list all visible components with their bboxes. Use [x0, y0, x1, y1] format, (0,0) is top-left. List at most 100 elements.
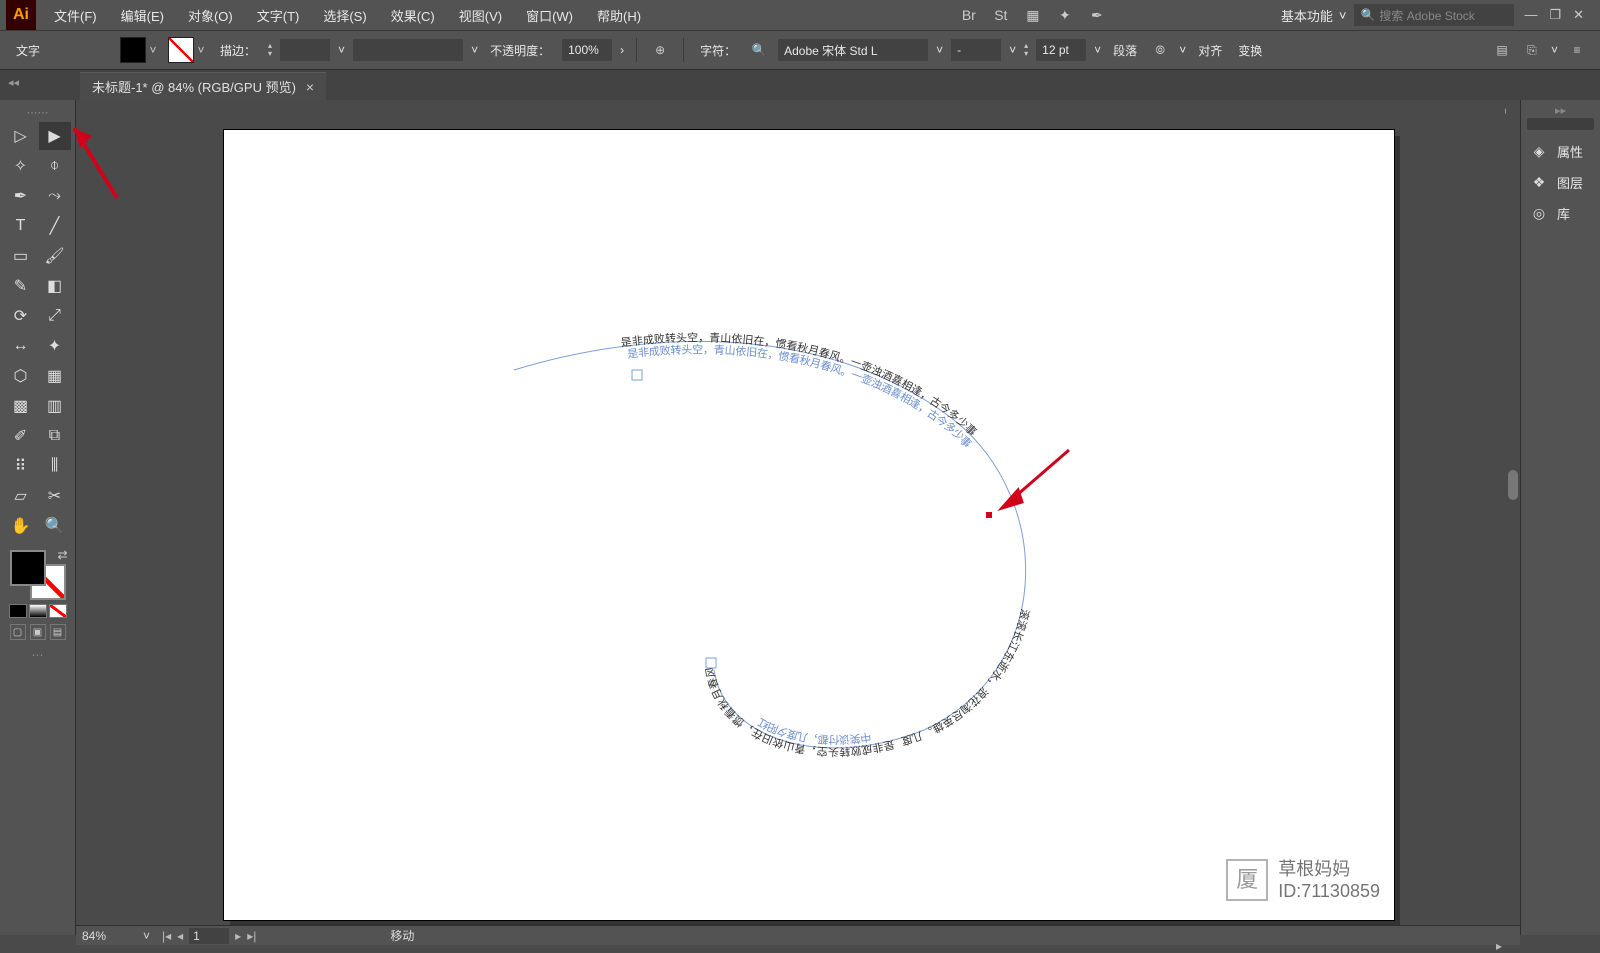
- menu-file[interactable]: 文件(F): [42, 0, 109, 30]
- fill-stroke-block[interactable]: ⇄: [8, 548, 68, 602]
- opacity-arrow[interactable]: ›: [620, 43, 624, 57]
- search-font-icon[interactable]: 🔍: [748, 39, 770, 61]
- menu-view[interactable]: 视图(V): [447, 0, 514, 30]
- size-stepper[interactable]: ▴▾: [1024, 42, 1028, 58]
- zoom-level[interactable]: 84%˅: [76, 929, 156, 943]
- panel-libraries[interactable]: ◎库: [1521, 198, 1600, 229]
- panel-grip[interactable]: [1527, 118, 1594, 130]
- status-mode[interactable]: 移动: [382, 927, 422, 944]
- free-transform-tool[interactable]: ✦: [39, 332, 71, 360]
- graph-tool[interactable]: ⫼: [39, 452, 71, 480]
- artboard-number[interactable]: 1: [189, 928, 229, 944]
- path-text-right: 滚滚长江东逝水，浪花淘尽英雄。几度: [900, 608, 1033, 749]
- stroke-stepper[interactable]: ▴▾: [268, 42, 272, 58]
- fill-color[interactable]: [10, 550, 46, 586]
- panel-icon-2[interactable]: ⎘: [1521, 39, 1543, 61]
- tool-panel: ⋯⋯ ▷ ▶ ✧ ⌽ ✒ ⤳ T ╱ ▭ 🖌 ✎ ◧ ⟳ ⤢ ↔ ✦ ⬡ ▦ ▩…: [0, 100, 76, 935]
- panel-layers[interactable]: ❖图层: [1521, 167, 1600, 198]
- path-text-bottom: 是非成败转头空，青山依旧在，惯看秋月春风: [703, 666, 895, 759]
- transform-label[interactable]: 变换: [1234, 42, 1266, 59]
- workspace-switcher[interactable]: 基本功能 ˅: [1273, 6, 1355, 25]
- layers-icon: ❖: [1529, 174, 1549, 191]
- first-icon[interactable]: |◂: [162, 929, 171, 943]
- brush-field[interactable]: [353, 39, 463, 61]
- selection-tool[interactable]: ▷: [5, 122, 37, 150]
- rectangle-tool[interactable]: ▭: [5, 242, 37, 270]
- panel-properties[interactable]: ◈属性: [1521, 136, 1600, 167]
- menu-effect[interactable]: 效果(C): [379, 0, 447, 30]
- feather-icon[interactable]: ✒: [1084, 4, 1110, 26]
- paintbrush-tool[interactable]: 🖌: [39, 242, 71, 270]
- gradient-tool[interactable]: ▥: [39, 392, 71, 420]
- magic-wand-tool[interactable]: ✧: [5, 152, 37, 180]
- align-label[interactable]: 对齐: [1194, 42, 1226, 59]
- stroke-label: 描边：: [216, 42, 260, 59]
- font-family[interactable]: Adobe 宋体 Std L: [778, 39, 928, 61]
- panel-icon-3[interactable]: ≡: [1566, 39, 1588, 61]
- collapse-dock-icon[interactable]: ▸▸: [1521, 104, 1600, 116]
- app-logo: Ai: [6, 0, 36, 30]
- stroke-weight[interactable]: [280, 39, 330, 61]
- scale-tool[interactable]: ⤢: [39, 302, 71, 330]
- perspective-tool[interactable]: ▦: [39, 362, 71, 390]
- eraser-tool[interactable]: ◧: [39, 272, 71, 300]
- menu-help[interactable]: 帮助(H): [585, 0, 653, 30]
- menu-edit[interactable]: 编辑(E): [109, 0, 176, 30]
- document-tab[interactable]: 未标题-1* @ 84% (RGB/GPU 预览) ×: [80, 72, 326, 100]
- gpu-icon[interactable]: ✦: [1052, 4, 1078, 26]
- mesh-tool[interactable]: ▩: [5, 392, 37, 420]
- color-mode-trio[interactable]: [9, 604, 67, 618]
- menu-window[interactable]: 窗口(W): [514, 0, 585, 30]
- paragraph-label[interactable]: 段落: [1109, 42, 1141, 59]
- pen-tool[interactable]: ✒: [5, 182, 37, 210]
- artboard[interactable]: 是非成败转头空，青山依旧在，惯看秋月春风。一壶浊酒喜相逢，古今多少事 是非成败转…: [224, 130, 1394, 920]
- watermark: 厦 草根妈妈 ID:71130859: [1226, 858, 1380, 902]
- stock-search[interactable]: 🔍 搜索 Adobe Stock: [1354, 4, 1514, 26]
- next-icon[interactable]: ▸: [235, 929, 241, 943]
- path-text-object[interactable]: 是非成败转头空，青山依旧在，惯看秋月春风。一壶浊酒喜相逢，古今多少事 是非成败转…: [524, 340, 1084, 720]
- rotate-tool[interactable]: ⟳: [5, 302, 37, 330]
- paragraph-icon[interactable]: ⦾: [1149, 39, 1171, 61]
- properties-icon: ◈: [1529, 143, 1549, 160]
- symbol-sprayer-tool[interactable]: ⠿: [5, 452, 37, 480]
- arrange-icon[interactable]: ▦: [1020, 4, 1046, 26]
- menu-object[interactable]: 对象(O): [176, 0, 245, 30]
- width-tool[interactable]: ↔: [5, 332, 37, 360]
- eyedropper-tool[interactable]: ✐: [5, 422, 37, 450]
- collapse-tools-icon[interactable]: ◂◂: [8, 76, 19, 89]
- shaper-tool[interactable]: ✎: [5, 272, 37, 300]
- recolor-icon[interactable]: ⊕: [649, 39, 671, 61]
- workspace-label: 基本功能: [1281, 6, 1333, 25]
- vertical-scrollbar[interactable]: [1506, 100, 1520, 921]
- type-tool[interactable]: T: [5, 212, 37, 240]
- maximize-button[interactable]: ❐: [1549, 7, 1561, 23]
- last-icon[interactable]: ▸|: [247, 929, 256, 943]
- edit-toolbar-icon[interactable]: ⋯: [32, 648, 44, 662]
- fill-swatch[interactable]: ˅: [120, 37, 160, 63]
- right-panel-dock: ▸▸ ◈属性 ❖图层 ◎库: [1520, 100, 1600, 935]
- artboard-tool[interactable]: ▱: [5, 482, 37, 510]
- swap-colors-icon[interactable]: ⇄: [57, 548, 67, 562]
- shape-builder-tool[interactable]: ⬡: [5, 362, 37, 390]
- zoom-tool[interactable]: 🔍: [39, 512, 71, 540]
- menu-type[interactable]: 文字(T): [245, 0, 312, 30]
- minimize-button[interactable]: —: [1524, 7, 1537, 23]
- screen-modes[interactable]: ▢▣▤: [10, 624, 66, 640]
- canvas-area[interactable]: ▸▸ 是非成败转头空，青山依旧在，惯看秋月春风。一壶浊酒喜相逢，古今多少事 是非…: [76, 100, 1520, 935]
- menu-select[interactable]: 选择(S): [311, 0, 378, 30]
- close-button[interactable]: ✕: [1573, 7, 1584, 23]
- close-tab-icon[interactable]: ×: [306, 79, 314, 95]
- line-tool[interactable]: ╱: [39, 212, 71, 240]
- slice-tool[interactable]: ✂: [39, 482, 71, 510]
- hand-tool[interactable]: ✋: [5, 512, 37, 540]
- opacity-field[interactable]: 100%: [562, 39, 612, 61]
- bridge-icon[interactable]: Br: [956, 4, 982, 26]
- stock-icon[interactable]: St: [988, 4, 1014, 26]
- font-size[interactable]: 12 pt: [1036, 39, 1086, 61]
- stroke-swatch[interactable]: ˅: [168, 37, 208, 63]
- artboard-nav[interactable]: |◂ ◂ 1 ▸ ▸|: [156, 928, 262, 944]
- font-style[interactable]: -: [951, 39, 1001, 61]
- panel-icon-1[interactable]: ▤: [1491, 39, 1513, 61]
- prev-icon[interactable]: ◂: [177, 929, 183, 943]
- blend-tool[interactable]: ⧉: [39, 422, 71, 450]
